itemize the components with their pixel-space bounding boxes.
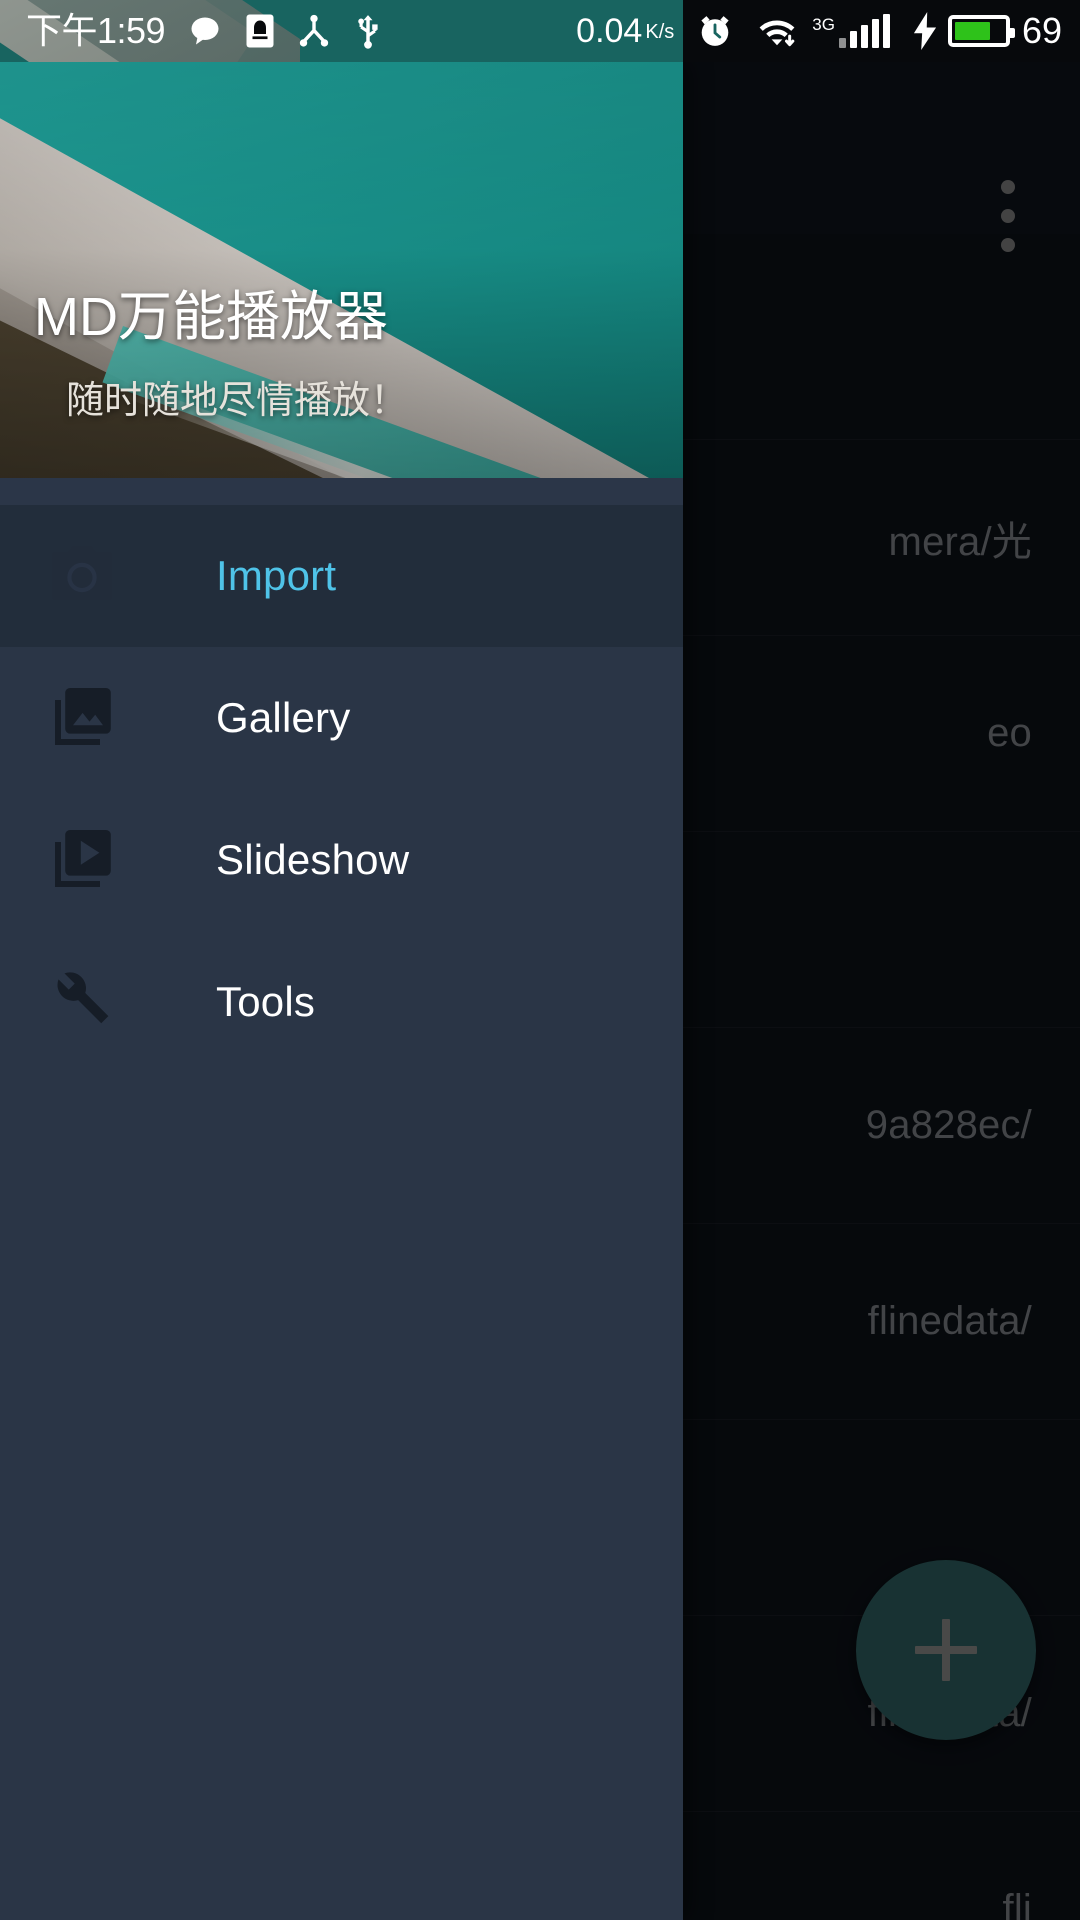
status-bar: 下午1:59 0.04 K/s 3G 69 bbox=[0, 0, 1080, 62]
sidebar-item-slideshow[interactable]: Slideshow bbox=[0, 789, 683, 931]
drawer-divider-band bbox=[0, 478, 683, 505]
sidebar-item-tools[interactable]: Tools bbox=[0, 931, 683, 1073]
list-item-label: 9a828ec/ bbox=[865, 1103, 1032, 1147]
app-subtitle: 随时随地尽情播放！ bbox=[66, 380, 409, 422]
battery-icon bbox=[947, 15, 1015, 47]
slideshow-icon bbox=[40, 818, 124, 902]
sidebar-item-label: Gallery bbox=[216, 694, 351, 741]
header-text-block: MD万能播放器 随时随地尽情播放！ bbox=[34, 286, 409, 424]
status-bar-content: 下午1:59 0.04 K/s 3G 69 bbox=[0, 0, 1080, 62]
wifi-icon bbox=[756, 12, 798, 50]
navigation-drawer: MD万能播放器 随时随地尽情播放！ Import Gallery Slidesh… bbox=[0, 62, 683, 1920]
network-speed: 0.04 K/s bbox=[576, 14, 674, 48]
list-item-label: mera/光 bbox=[888, 519, 1032, 564]
drawer-header: MD万能播放器 随时随地尽情播放！ bbox=[0, 62, 683, 478]
network-speed-value: 0.04 bbox=[576, 12, 643, 50]
usb-icon bbox=[353, 13, 383, 49]
camera-icon bbox=[40, 534, 124, 618]
notification-icon bbox=[245, 13, 275, 49]
sidebar-item-gallery[interactable]: Gallery bbox=[0, 647, 683, 789]
network-speed-unit: K/s bbox=[645, 21, 675, 43]
signal-bars-icon bbox=[838, 14, 894, 48]
phone-screen: mera/光 eo 9a828ec/ flinedata/ flinedata/… bbox=[0, 0, 1080, 1920]
share-icon bbox=[297, 13, 331, 49]
list-item-label: flinedata/ bbox=[867, 1299, 1032, 1343]
wrench-icon bbox=[40, 960, 124, 1044]
alarm-icon bbox=[696, 12, 734, 50]
status-bar-clock: 下午1:59 bbox=[26, 10, 166, 51]
battery-level-label: 69 bbox=[1021, 10, 1062, 51]
gallery-icon bbox=[40, 676, 124, 760]
plus-icon bbox=[915, 1619, 977, 1681]
sidebar-item-label: Slideshow bbox=[216, 836, 410, 883]
charging-bolt-icon bbox=[912, 12, 938, 50]
sidebar-item-label: Import bbox=[216, 552, 337, 599]
sidebar-item-import[interactable]: Import bbox=[0, 505, 683, 647]
list-item-label: fli bbox=[1002, 1887, 1032, 1920]
sidebar-item-label: Tools bbox=[216, 978, 316, 1025]
drawer-menu: Import Gallery Slideshow Tools bbox=[0, 505, 683, 1073]
status-bar-right-cluster: 3G 69 bbox=[798, 12, 1062, 50]
message-icon bbox=[187, 13, 223, 49]
add-fab-button[interactable] bbox=[856, 1560, 1036, 1740]
list-item-label: eo bbox=[987, 711, 1032, 755]
app-title: MD万能播放器 bbox=[34, 286, 388, 347]
network-type-label: 3G bbox=[812, 15, 835, 34]
